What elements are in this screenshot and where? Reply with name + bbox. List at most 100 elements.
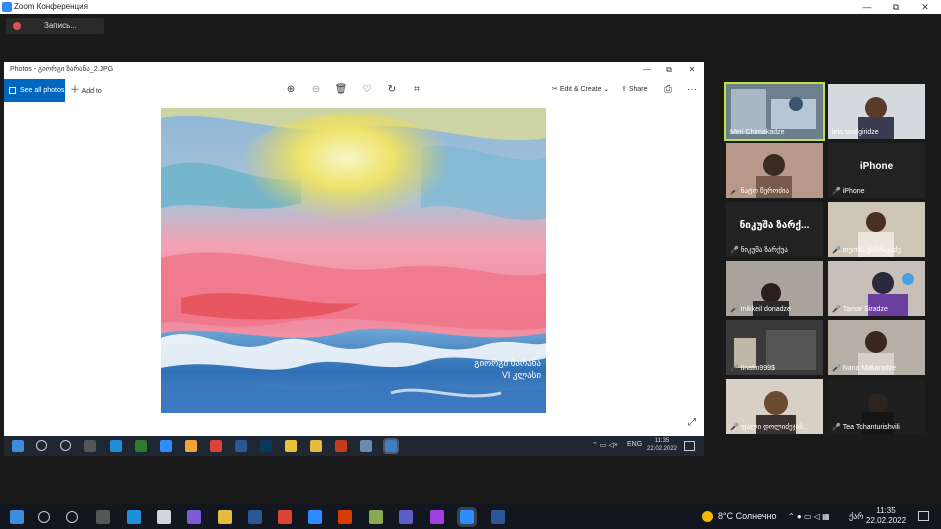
app-icon[interactable] bbox=[157, 510, 171, 524]
app-icon[interactable] bbox=[248, 510, 262, 524]
notification-icon[interactable] bbox=[918, 511, 929, 521]
photos-grid-icon bbox=[9, 87, 16, 94]
participant-tile[interactable]: 🎤 ფალი დოლიძეჯიბ... bbox=[726, 379, 823, 434]
file-explorer-icon[interactable] bbox=[310, 440, 322, 452]
minimize-button[interactable]: — bbox=[853, 0, 881, 14]
favorite-heart-icon[interactable]: ♡ bbox=[359, 82, 375, 98]
participant-tile[interactable]: ნიკუშა ზარქ... 🎤 ნიკუშა ზარქუა bbox=[726, 202, 823, 257]
search-icon[interactable] bbox=[38, 511, 50, 523]
participant-tile[interactable]: 🎤 Tamar Siradze bbox=[828, 261, 925, 316]
fullscreen-expand-icon[interactable]: ⤢ bbox=[684, 415, 700, 431]
remote-time: 11:35 bbox=[654, 438, 670, 444]
participant-name: 🎤 Tea Tchanturishvili bbox=[832, 424, 900, 431]
task-view-icon[interactable] bbox=[84, 440, 96, 452]
app-icon[interactable] bbox=[360, 440, 372, 452]
muted-mic-icon: 🎤 bbox=[832, 188, 841, 195]
task-view-icon[interactable] bbox=[96, 510, 110, 524]
powerpoint-icon[interactable] bbox=[335, 440, 347, 452]
messenger-icon[interactable] bbox=[430, 510, 444, 524]
chrome-icon[interactable] bbox=[210, 440, 222, 452]
edit-create-button[interactable]: ✂ Edit & Create ⌄ bbox=[552, 82, 609, 98]
print-icon[interactable]: ⎙ bbox=[660, 82, 676, 98]
edge-icon[interactable] bbox=[110, 440, 122, 452]
add-to-button[interactable]: ＋ Add to bbox=[70, 79, 102, 102]
participant-name: lela tavdgiridze bbox=[832, 129, 879, 136]
photos-close-button[interactable]: ✕ bbox=[681, 62, 703, 78]
participant-tile[interactable]: 🎤 Nana Makaradze bbox=[828, 320, 925, 375]
share-icon: ⇪ bbox=[621, 86, 627, 93]
share-button[interactable]: ⇪ Share bbox=[621, 82, 648, 98]
crop-icon[interactable]: ⌗ bbox=[409, 82, 425, 98]
muted-mic-icon: 🎤 bbox=[730, 424, 739, 431]
remote-lang[interactable]: ENG bbox=[627, 441, 642, 448]
participant-name: 🎤 tinatin999$ bbox=[730, 365, 775, 372]
muted-mic-icon: 🎤 bbox=[730, 188, 739, 195]
photos-minimize-button[interactable]: — bbox=[636, 62, 658, 78]
photoshop-icon[interactable] bbox=[260, 440, 272, 452]
participant-big-label: iPhone bbox=[859, 161, 894, 172]
painting-image: გიორგი ბარანა VI კლასი bbox=[161, 108, 546, 413]
photos-app-icon[interactable] bbox=[383, 438, 399, 454]
weather-sun-icon[interactable] bbox=[702, 511, 713, 522]
muted-mic-icon: 🎤 bbox=[832, 424, 841, 431]
participant-name: 🎤 Tamar Siradze bbox=[832, 306, 888, 313]
rotate-icon[interactable]: ↻ bbox=[384, 82, 400, 98]
viber-icon[interactable] bbox=[187, 510, 201, 524]
restore-button[interactable]: ⧉ bbox=[882, 0, 910, 14]
plus-icon: ＋ bbox=[70, 85, 80, 96]
cortana-icon[interactable] bbox=[60, 440, 71, 451]
photos-title: Photos - გიორგი ზარანა_2.JPG bbox=[10, 66, 114, 73]
edit-icon: ✂ bbox=[552, 86, 558, 93]
keyboard-language[interactable]: ქარ bbox=[849, 504, 864, 529]
muted-mic-icon: 🎤 bbox=[832, 306, 841, 313]
zoom-titlebar: Zoom Конференция — ⧉ ✕ bbox=[0, 0, 941, 14]
participant-name: 🎤 ნატო წეროძია bbox=[730, 188, 790, 195]
close-button[interactable]: ✕ bbox=[911, 0, 939, 14]
participant-tile[interactable]: 🎤 თეონა ქარჩავაძე bbox=[828, 202, 925, 257]
notification-icon[interactable] bbox=[684, 441, 695, 451]
windows-start-icon[interactable] bbox=[12, 440, 24, 452]
participant-name: 🎤 mikkeil donadze bbox=[730, 306, 791, 313]
participant-tile[interactable]: 🎤 tinatin999$ bbox=[726, 320, 823, 375]
zoom-logo-icon bbox=[2, 2, 12, 12]
zoom-app-icon[interactable] bbox=[457, 507, 477, 527]
zoom-app-icon[interactable] bbox=[160, 440, 172, 452]
app-icon[interactable] bbox=[369, 510, 383, 524]
participant-tile[interactable]: 🎤 ნატო წეროძია bbox=[726, 143, 823, 198]
participant-tile[interactable]: lela tavdgiridze bbox=[828, 84, 925, 139]
windows-start-icon[interactable] bbox=[10, 510, 24, 524]
participant-name: 🎤 ნიკუშა ზარქუა bbox=[730, 247, 788, 254]
window-title: Zoom Конференция bbox=[14, 2, 88, 11]
more-options-button[interactable]: ··· bbox=[684, 82, 700, 98]
mail-icon[interactable] bbox=[308, 510, 322, 524]
word-icon[interactable] bbox=[491, 510, 505, 524]
clock-date: 22.02.2022 bbox=[866, 516, 907, 525]
chrome-icon[interactable] bbox=[278, 510, 292, 524]
participant-tile[interactable]: 🎤 mikkeil donadze bbox=[726, 261, 823, 316]
remote-clock[interactable]: 11:35 22.02.2022 bbox=[644, 437, 680, 453]
delete-icon[interactable]: 🗑 bbox=[333, 82, 349, 98]
participant-name: 🎤 iPhone bbox=[832, 188, 865, 195]
photos-restore-button[interactable]: ⧉ bbox=[658, 62, 680, 78]
participant-tile[interactable]: iPhone 🎤 iPhone bbox=[828, 143, 925, 198]
teams-icon[interactable] bbox=[399, 510, 413, 524]
weather-label[interactable]: 8°C Солнечно bbox=[718, 504, 777, 529]
app-icon[interactable] bbox=[285, 440, 297, 452]
file-explorer-icon[interactable] bbox=[218, 510, 232, 524]
tray-icons[interactable]: ⌃ ▭ ◁× bbox=[592, 441, 618, 449]
tray-icons[interactable]: ⌃ ● ▭ ◁ ▦ bbox=[788, 504, 830, 529]
recording-indicator[interactable]: Запись... bbox=[6, 18, 104, 34]
app-icon[interactable] bbox=[185, 440, 197, 452]
search-icon[interactable] bbox=[36, 440, 47, 451]
zoom-in-icon[interactable]: ⊕ bbox=[283, 82, 299, 98]
participant-tile[interactable]: 🎤 Tea Tchanturishvili bbox=[828, 379, 925, 434]
system-clock[interactable]: 11:35 22.02.2022 bbox=[866, 506, 906, 526]
word-icon[interactable] bbox=[235, 440, 247, 452]
xbox-icon[interactable] bbox=[135, 440, 147, 452]
cortana-icon[interactable] bbox=[66, 511, 78, 523]
participant-tile[interactable]: Meri Chimakadze bbox=[724, 82, 825, 141]
edge-icon[interactable] bbox=[127, 510, 141, 524]
app-icon[interactable] bbox=[338, 510, 352, 524]
see-all-photos-button[interactable]: See all photos bbox=[4, 79, 65, 102]
zoom-out-icon[interactable]: ⊖ bbox=[308, 82, 324, 98]
